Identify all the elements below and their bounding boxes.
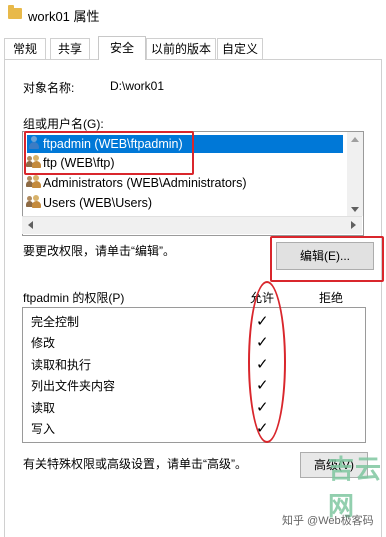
annotation-ellipse-allow	[248, 281, 286, 443]
perm-read-execute: 读取和执行	[31, 358, 92, 372]
scroll-right-icon[interactable]	[351, 221, 356, 229]
scroll-down-icon[interactable]	[351, 207, 359, 212]
advanced-hint: 有关特殊权限或高级设置，请单击“高级”。	[23, 457, 247, 471]
edit-button[interactable]: 编辑(E)...	[276, 242, 374, 270]
group-icon	[26, 175, 41, 189]
folder-icon	[8, 5, 22, 19]
scroll-left-icon[interactable]	[28, 221, 33, 229]
deny-column-header: 拒绝	[319, 291, 344, 305]
perm-full-control: 完全控制	[31, 315, 80, 329]
perm-read: 读取	[31, 401, 56, 415]
group-icon	[26, 195, 41, 209]
title-bar: work01 属性	[0, 0, 386, 30]
scroll-up-icon[interactable]	[351, 137, 359, 142]
horizontal-scrollbar[interactable]	[22, 216, 362, 234]
window-title: work01 属性	[28, 9, 100, 24]
perm-list-folder: 列出文件夹内容	[31, 379, 116, 393]
tab-customize[interactable]: 自定义	[217, 38, 263, 59]
list-item-users[interactable]: Users (WEB\Users)	[26, 194, 343, 212]
tab-security[interactable]: 安全	[98, 36, 146, 60]
list-item-label: Administrators (WEB\Administrators)	[43, 176, 247, 190]
object-name-label: 对象名称:	[23, 81, 75, 95]
groups-label: 组或用户名(G):	[23, 117, 104, 131]
tab-previous-versions[interactable]: 以前的版本	[146, 38, 216, 59]
perm-write: 写入	[31, 422, 56, 436]
list-item-label: Users (WEB\Users)	[43, 196, 153, 210]
permissions-header: ftpadmin 的权限(P)	[23, 291, 125, 305]
permissions-list: 完全控制 ✓ 修改 ✓ 读取和执行 ✓ 列出文件夹内容 ✓ 读取 ✓ 写入 ✓	[22, 307, 366, 443]
tab-sharing[interactable]: 共享	[50, 38, 90, 59]
perm-modify: 修改	[31, 336, 56, 350]
tab-general[interactable]: 常规	[4, 38, 46, 59]
watermark-text: 知乎 @Web极客码	[282, 515, 374, 527]
change-permissions-hint: 要更改权限，请单击“编辑”。	[23, 244, 175, 258]
vertical-scrollbar[interactable]	[347, 132, 363, 216]
object-name-value: D:\work01	[110, 79, 165, 93]
annotation-highlight-users	[24, 131, 194, 175]
list-item-administrators[interactable]: Administrators (WEB\Administrators)	[26, 174, 343, 192]
